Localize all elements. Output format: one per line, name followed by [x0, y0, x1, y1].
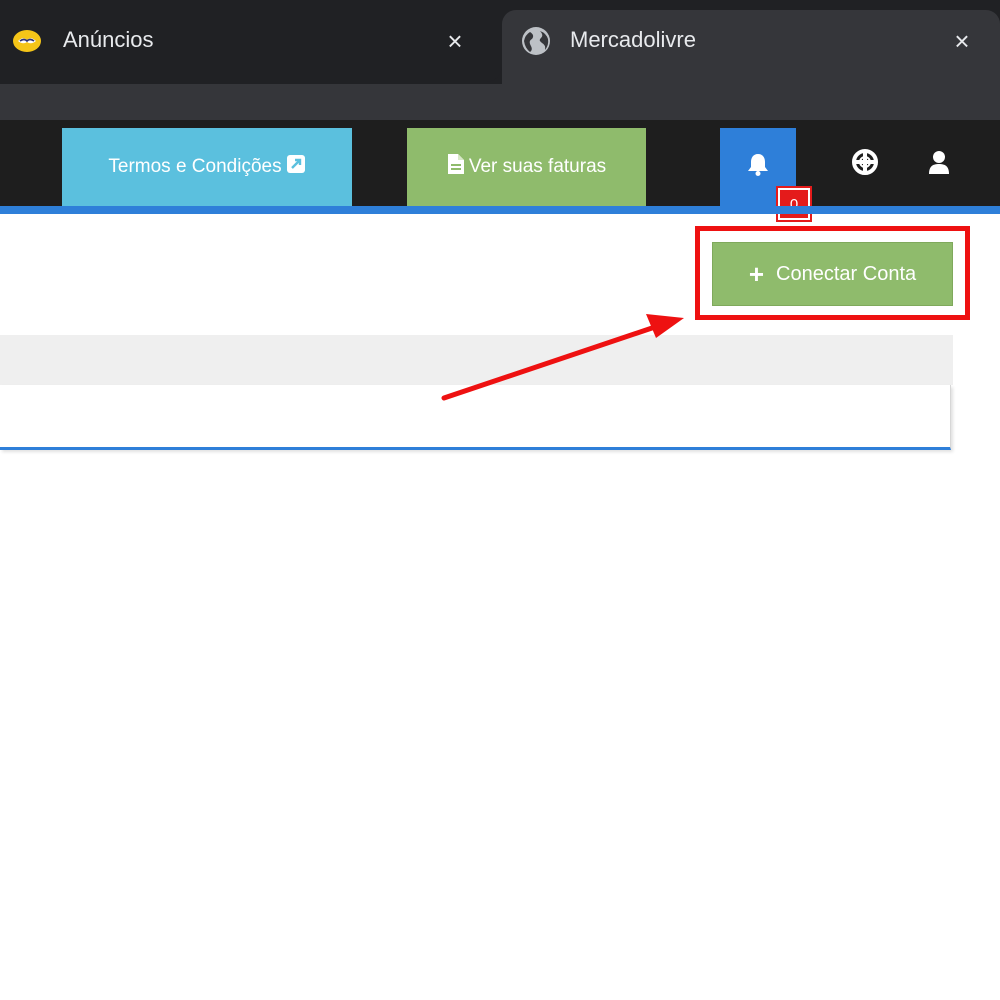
annotation-arrow	[441, 314, 684, 401]
